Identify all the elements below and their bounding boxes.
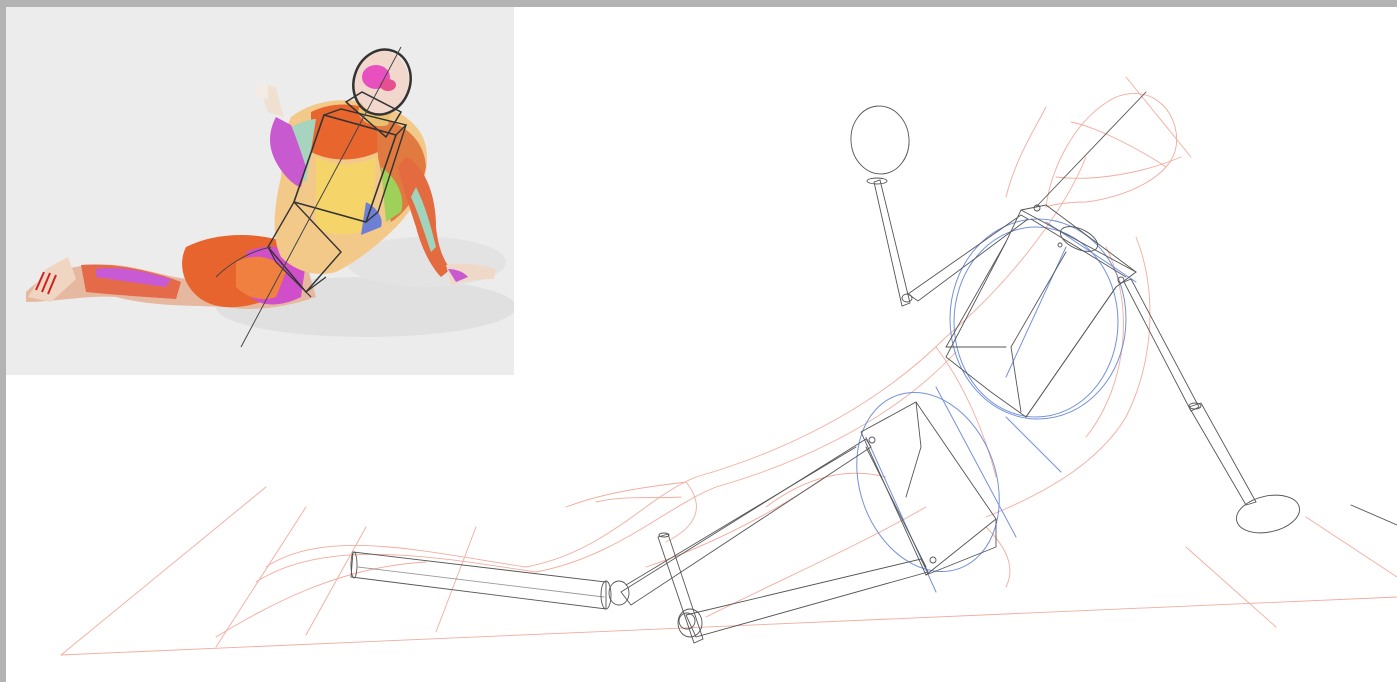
drawing-canvas[interactable] [6, 7, 1397, 682]
volume-lines [856, 218, 1137, 593]
sketch-layer [6, 7, 1397, 682]
gesture-lines [60, 76, 1397, 656]
construction-lines [350, 91, 1397, 644]
